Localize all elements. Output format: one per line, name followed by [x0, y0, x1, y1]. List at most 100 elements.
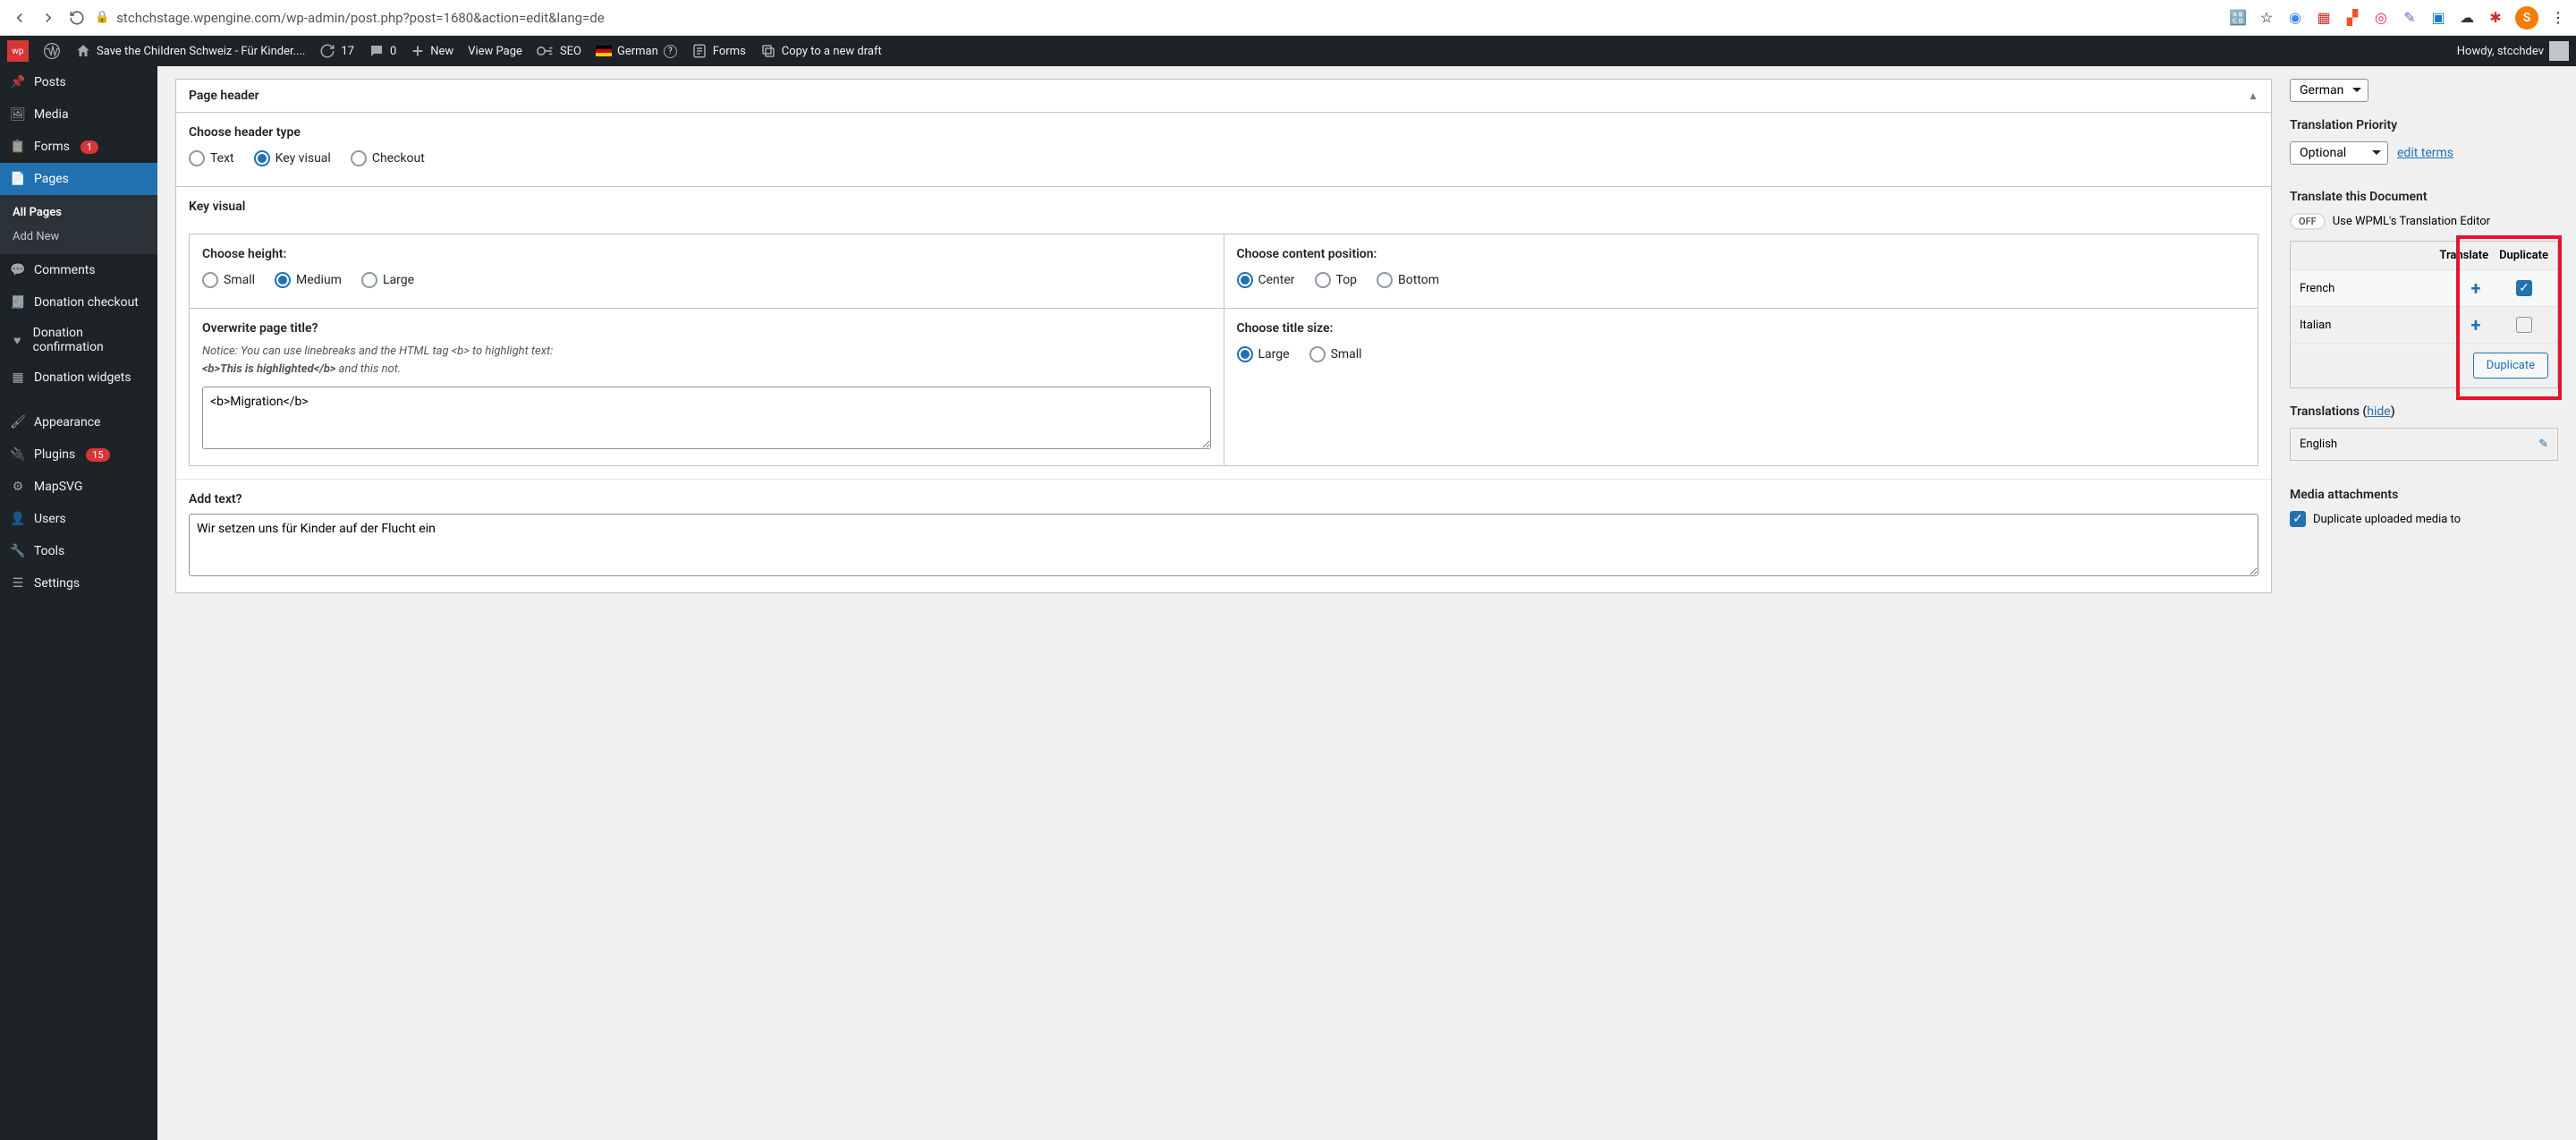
duplicate-button[interactable]: Duplicate [2473, 353, 2548, 379]
ext-zoom-icon[interactable]: ◉ [2286, 9, 2304, 27]
comment-icon [369, 43, 385, 59]
translation-table: Translate Duplicate French + ✓ Italian + [2290, 241, 2558, 388]
back-button[interactable] [9, 7, 30, 29]
user-avatar-icon [2549, 41, 2569, 61]
site-name-link[interactable]: Save the Children Schweiz - Für Kinder..… [75, 43, 305, 59]
height-large[interactable]: Large [361, 272, 414, 288]
sidebar-item-donation-confirmation[interactable]: ♥Donation confirmation [0, 319, 157, 362]
lang-italian-label: Italian [2300, 319, 2452, 332]
position-top[interactable]: Top [1315, 272, 1358, 288]
duplicate-french-checkbox[interactable]: ✓ [2516, 280, 2532, 296]
updates-link[interactable]: 17 [319, 43, 354, 59]
sidebar-item-pages[interactable]: 📄Pages [0, 163, 157, 195]
position-bottom[interactable]: Bottom [1377, 272, 1439, 288]
ext-cloud-icon[interactable]: ☁ [2458, 9, 2476, 27]
user-icon: 👤 [9, 510, 27, 528]
forms-icon: 📋 [9, 138, 27, 156]
checkout-icon: 🧾 [9, 294, 27, 311]
comments-link[interactable]: 0 [369, 43, 396, 59]
wp-logo-icon[interactable] [43, 42, 61, 60]
sidebar-item-plugins[interactable]: 🔌Plugins15 [0, 438, 157, 471]
translate-italian-button[interactable]: + [2471, 314, 2481, 336]
header-type-radios: Text Key visual Checkout [189, 147, 2258, 174]
ext-star-icon[interactable]: ✱ [2487, 9, 2504, 27]
sidebar-item-donation-widgets[interactable]: ▦Donation widgets [0, 362, 157, 394]
sidebar-pages-submenu: All Pages Add New [0, 195, 157, 254]
profile-avatar[interactable]: S [2515, 6, 2538, 30]
hide-link[interactable]: hide [2367, 404, 2390, 419]
page-header-metabox: Page header ▲ Choose header type Text Ke… [175, 79, 2272, 593]
header-type-keyvisual[interactable]: Key visual [254, 150, 331, 166]
user-account-link[interactable]: Howdy, stcchdev [2457, 41, 2569, 61]
add-text-label: Add text? [189, 492, 2258, 506]
sidebar-sub-add-new[interactable]: Add New [0, 225, 157, 249]
position-center[interactable]: Center [1237, 272, 1295, 288]
reload-button[interactable] [66, 7, 88, 29]
heart-icon: ♥ [9, 331, 26, 349]
sidebar-item-tools[interactable]: 🔧Tools [0, 535, 157, 567]
height-small[interactable]: Small [202, 272, 255, 288]
sidebar-sub-all-pages[interactable]: All Pages [0, 200, 157, 225]
copy-icon [760, 43, 776, 59]
copy-draft-link[interactable]: Copy to a new draft [760, 43, 882, 59]
title-size-large[interactable]: Large [1237, 346, 1290, 362]
page-header-toggle[interactable]: Page header ▲ [176, 80, 2271, 113]
refresh-icon [319, 43, 335, 59]
home-icon [75, 43, 91, 59]
translation-english-label: English [2300, 438, 2337, 451]
gear-icon: ⚙ [9, 478, 27, 496]
new-content-link[interactable]: New [411, 44, 453, 58]
translate-french-button[interactable]: + [2471, 277, 2481, 299]
priority-select[interactable]: Optional [2290, 141, 2388, 165]
wp-admin-bar: wp Save the Children Schweiz - Für Kinde… [0, 36, 2576, 66]
ext-screenshot-icon[interactable]: ▣ [2429, 9, 2447, 27]
sidebar-item-appearance[interactable]: 🖌Appearance [0, 406, 157, 438]
language-select[interactable]: German [2290, 79, 2368, 102]
title-size-small[interactable]: Small [1309, 346, 1362, 362]
kebab-menu-icon[interactable]: ⋮ [2549, 9, 2567, 27]
sidebar-item-forms[interactable]: 📋Forms1 [0, 131, 157, 163]
seo-link[interactable]: SEO [537, 44, 581, 58]
use-wpml-label: Use WPML's Translation Editor [2333, 215, 2490, 228]
site-logo-icon[interactable]: wp [7, 40, 29, 62]
collapse-icon[interactable]: ▲ [2248, 89, 2258, 102]
forms-link[interactable]: Forms [691, 43, 746, 59]
th-translate: Translate [2439, 249, 2488, 262]
duplicate-italian-checkbox[interactable] [2516, 317, 2532, 333]
header-type-checkout[interactable]: Checkout [351, 150, 425, 166]
page-header-title: Page header [189, 89, 259, 103]
sidebar-item-users[interactable]: 👤Users [0, 503, 157, 535]
comment-icon: 💬 [9, 261, 27, 279]
height-medium[interactable]: Medium [275, 272, 342, 288]
header-type-text[interactable]: Text [189, 150, 234, 166]
ext-lastpass-icon[interactable]: ▦ [2315, 9, 2333, 27]
bookmark-star-icon[interactable]: ☆ [2258, 9, 2275, 27]
th-duplicate: Duplicate [2499, 249, 2548, 262]
sidebar-item-mapsvg[interactable]: ⚙MapSVG [0, 471, 157, 503]
help-icon: ? [664, 45, 677, 58]
wpml-toggle[interactable]: OFF [2290, 213, 2326, 230]
lock-icon: 🔒 [95, 11, 109, 24]
overwrite-title-input[interactable] [202, 387, 1211, 449]
forward-button[interactable] [38, 7, 59, 29]
admin-sidebar: 📌Posts 🖼Media 📋Forms1 📄Pages All Pages A… [0, 66, 157, 1140]
duplicate-media-checkbox[interactable]: ✓ [2290, 511, 2306, 527]
choose-title-size-label: Choose title size: [1237, 321, 2246, 336]
sidebar-item-settings[interactable]: ☰Settings [0, 567, 157, 600]
view-page-link[interactable]: View Page [468, 45, 522, 58]
address-bar[interactable]: 🔒 stchchstage.wpengine.com/wp-admin/post… [95, 10, 2222, 26]
language-link[interactable]: German ? [596, 45, 677, 58]
ext-spiral-icon[interactable]: ◎ [2372, 9, 2390, 27]
ext-analytics-icon[interactable]: ▞ [2343, 9, 2361, 27]
sidebar-item-comments[interactable]: 💬Comments [0, 254, 157, 286]
choose-header-type-label: Choose header type [189, 125, 2258, 140]
edit-terms-link[interactable]: edit terms [2397, 146, 2453, 160]
edit-english-icon[interactable]: ✎ [2538, 438, 2548, 451]
brush-icon: 🖌 [9, 413, 27, 431]
add-text-input[interactable] [189, 514, 2258, 576]
translate-icon[interactable]: 🔠 [2229, 9, 2247, 27]
sidebar-item-media[interactable]: 🖼Media [0, 98, 157, 131]
sidebar-item-donation-checkout[interactable]: 🧾Donation checkout [0, 286, 157, 319]
sidebar-item-posts[interactable]: 📌Posts [0, 66, 157, 98]
ext-pen-icon[interactable]: ✎ [2401, 9, 2419, 27]
